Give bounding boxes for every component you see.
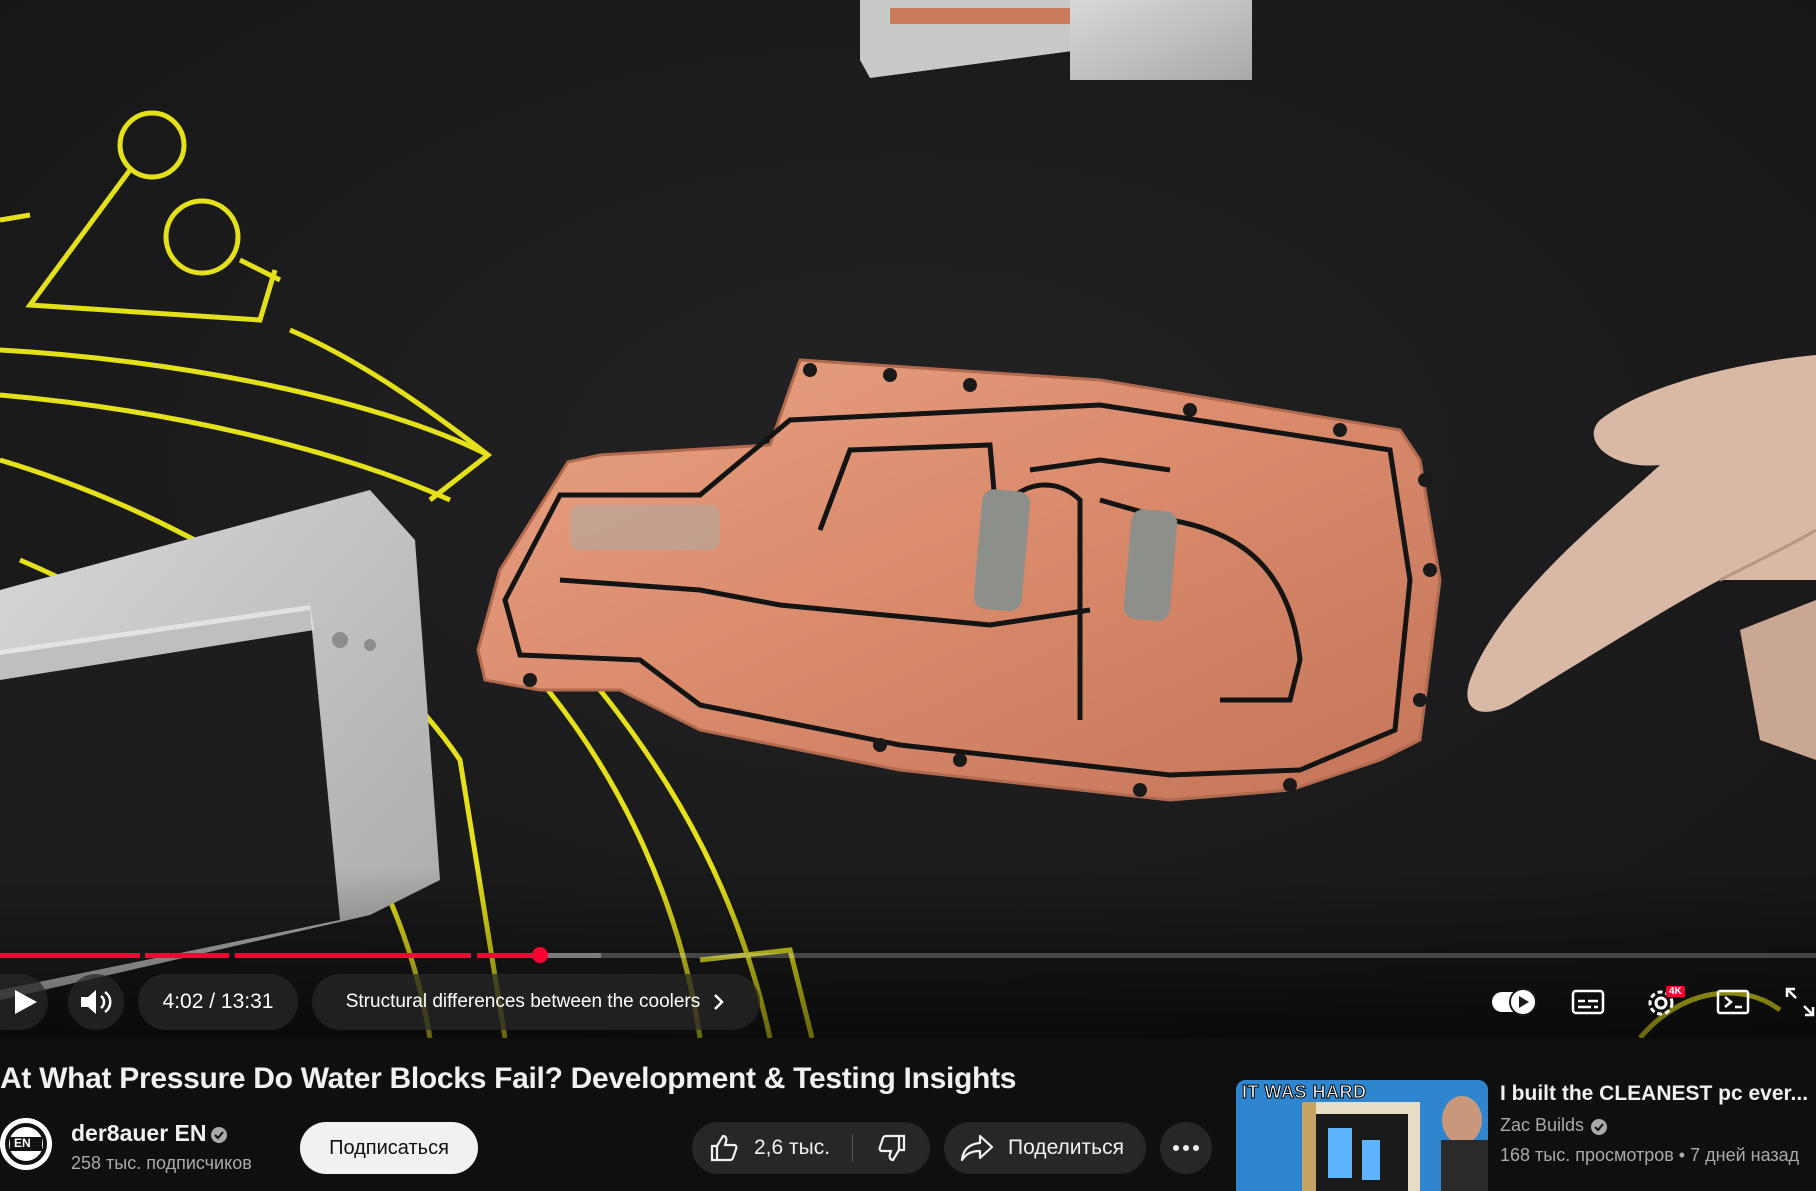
- subtitles-button[interactable]: [1568, 984, 1608, 1020]
- verified-icon: [1591, 1119, 1607, 1135]
- recommended-video-meta: 168 тыс. просмотров • 7 дней назад: [1500, 1145, 1800, 1165]
- share-label: Поделиться: [1008, 1136, 1124, 1159]
- autoplay-toggle[interactable]: [1490, 984, 1540, 1020]
- avatar-text: EN: [14, 1136, 31, 1150]
- quality-badge: 4K: [1666, 986, 1685, 997]
- progress-chapter-segment[interactable]: [235, 953, 471, 958]
- like-count: 2,6 тыс.: [754, 1136, 831, 1159]
- like-button[interactable]: 2,6 тыс.: [692, 1122, 852, 1174]
- more-actions-button[interactable]: [1160, 1122, 1212, 1174]
- thumbs-up-icon: [710, 1134, 738, 1162]
- volume-icon: [81, 990, 112, 1014]
- thumbs-down-icon: [878, 1134, 905, 1162]
- time-display: 4:02 / 13:31: [138, 974, 298, 1030]
- recommended-video-channel[interactable]: Zac Builds: [1500, 1115, 1584, 1136]
- verified-icon: [211, 1127, 227, 1143]
- subscriber-count: 258 тыс. подписчиков: [71, 1153, 252, 1173]
- miniplayer-icon: [1716, 989, 1750, 1015]
- dislike-button[interactable]: [853, 1122, 930, 1174]
- progress-buffered: [541, 953, 601, 958]
- share-button[interactable]: Поделиться: [944, 1122, 1146, 1174]
- recommended-video-title[interactable]: I built the CLEANEST pc ever...: [1500, 1082, 1808, 1106]
- share-icon: [960, 1134, 994, 1162]
- progress-bar[interactable]: [0, 947, 1816, 963]
- fullscreen-icon: [1785, 987, 1815, 1017]
- chapter-button[interactable]: Structural differences between the coole…: [312, 974, 760, 1030]
- progress-chapter-segment[interactable]: [0, 953, 140, 958]
- like-dislike-group: 2,6 тыс.: [692, 1122, 930, 1174]
- time-text: 4:02 / 13:31: [162, 990, 274, 1013]
- subtitles-icon: [1571, 989, 1605, 1015]
- mute-button[interactable]: [68, 974, 124, 1030]
- autoplay-toggle-icon: [1492, 988, 1537, 1016]
- settings-button[interactable]: 4K: [1640, 982, 1686, 1022]
- chapter-title: Structural differences between the coole…: [345, 991, 701, 1012]
- miniplayer-button[interactable]: [1712, 984, 1754, 1020]
- subscribe-button[interactable]: Подписаться: [300, 1122, 478, 1174]
- recommended-video-thumbnail[interactable]: IT WAS HARD: [1236, 1080, 1488, 1191]
- play-icon: [15, 990, 37, 1014]
- progress-scrubber[interactable]: [532, 947, 548, 963]
- fullscreen-button[interactable]: [1784, 984, 1816, 1020]
- more-horizontal-icon: [1173, 1145, 1199, 1151]
- video-player[interactable]: 4:02 / 13:31 Structural differences betw…: [0, 0, 1816, 1038]
- video-title: At What Pressure Do Water Blocks Fail? D…: [0, 1062, 1017, 1095]
- channel-name[interactable]: der8auer EN: [71, 1120, 207, 1147]
- thumbnail-text: IT WAS HARD: [1242, 1082, 1367, 1103]
- chevron-right-icon: [714, 994, 725, 1010]
- progress-chapter-segment[interactable]: [145, 953, 229, 958]
- channel-avatar[interactable]: EN: [0, 1118, 52, 1170]
- progress-remaining: [601, 953, 1816, 958]
